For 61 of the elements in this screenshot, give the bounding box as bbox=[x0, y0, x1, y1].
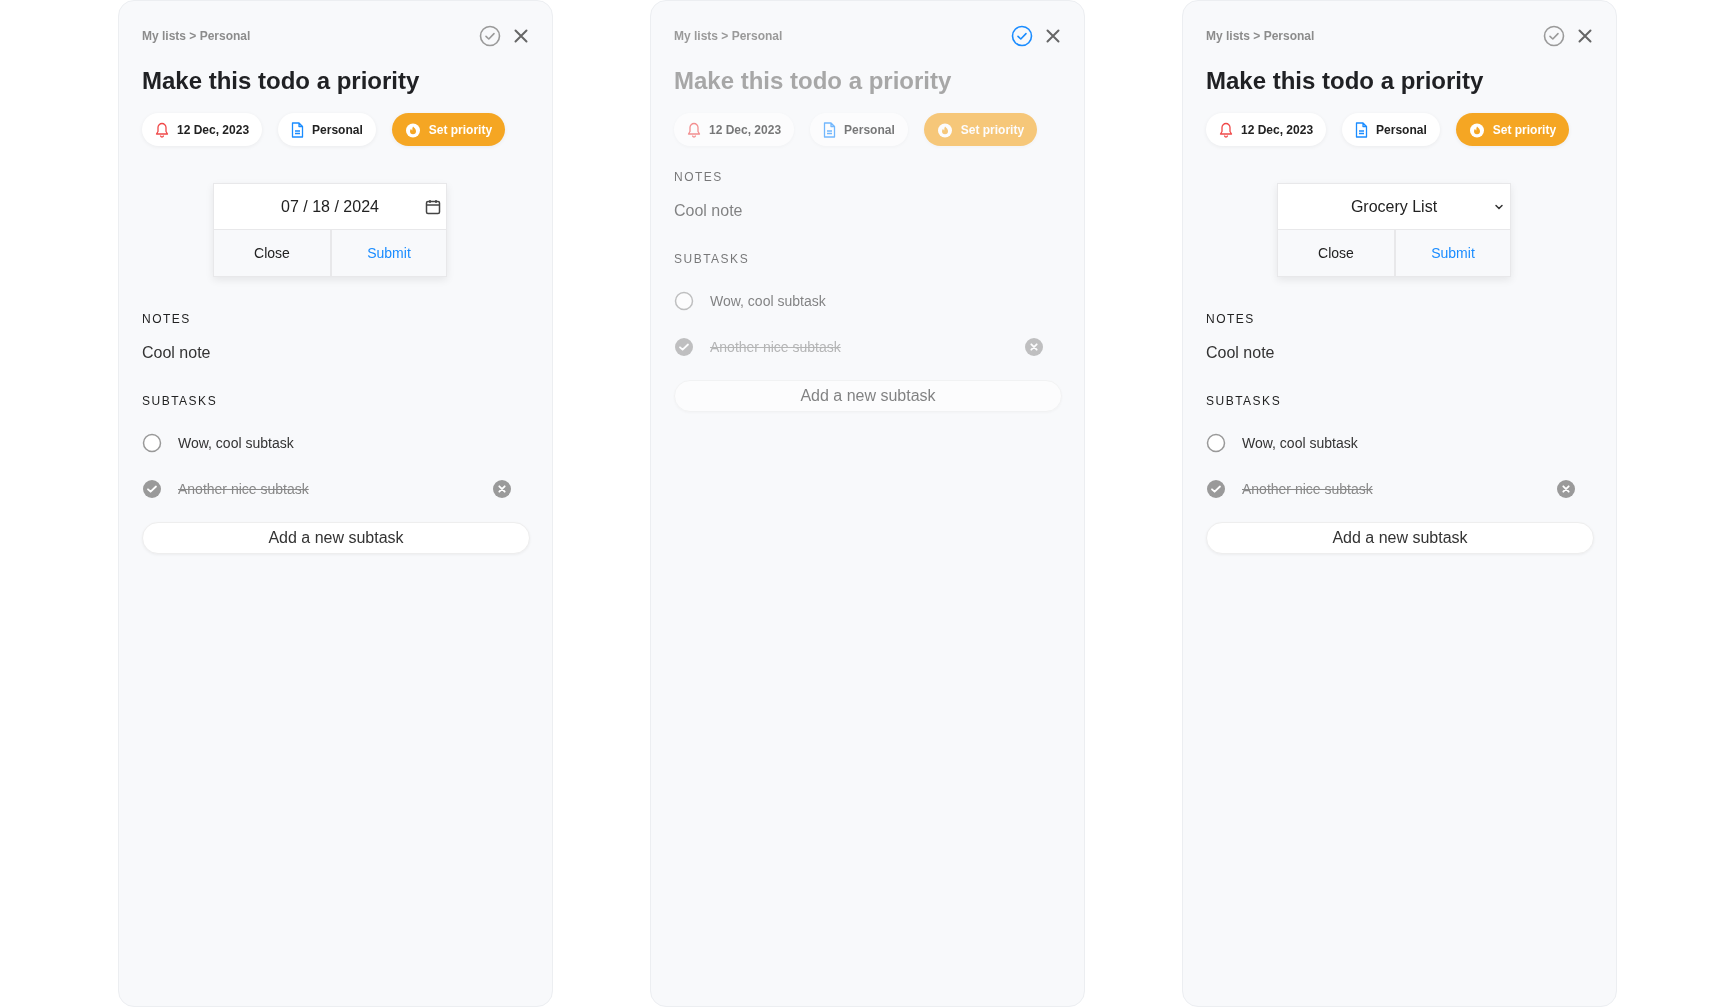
add-subtask-button[interactable]: Add a new subtask bbox=[142, 522, 530, 554]
flame-icon bbox=[936, 121, 953, 138]
subtask-text: Another nice subtask bbox=[710, 339, 842, 355]
remove-icon[interactable] bbox=[492, 479, 512, 499]
document-icon bbox=[1355, 121, 1369, 138]
unchecked-circle[interactable] bbox=[142, 433, 162, 453]
reminder-chip[interactable]: 12 Dec, 2023 bbox=[674, 113, 795, 146]
check-circle-icon bbox=[1543, 25, 1565, 47]
list-chip[interactable]: Personal bbox=[278, 113, 376, 146]
checked-circle[interactable] bbox=[1206, 479, 1226, 499]
list-chip[interactable]: Personal bbox=[1342, 113, 1440, 146]
remove-icon[interactable] bbox=[1024, 337, 1044, 357]
todo-title: Make this todo a priority bbox=[142, 67, 421, 95]
checked-circle[interactable] bbox=[674, 337, 694, 357]
section-heading: NOTES bbox=[1206, 312, 1256, 326]
note-text: Cool note bbox=[142, 344, 212, 362]
breadcrumb: My lists > Personal bbox=[1206, 29, 1315, 43]
section-heading: NOTES bbox=[674, 170, 724, 184]
complete-button[interactable] bbox=[479, 25, 501, 47]
add-subtask-button[interactable]: Add a new subtask bbox=[1206, 522, 1594, 554]
check-circle-icon bbox=[479, 25, 501, 47]
subtask-text: Wow, cool subtask bbox=[1242, 435, 1359, 451]
section-heading: SUBTASKS bbox=[674, 252, 751, 266]
close-button[interactable] bbox=[513, 28, 529, 44]
flame-icon bbox=[404, 121, 421, 138]
list-chip[interactable]: Personal bbox=[810, 113, 908, 146]
bell-icon bbox=[687, 121, 701, 138]
subtask-text: Wow, cool subtask bbox=[710, 293, 827, 309]
check-circle-icon bbox=[1011, 25, 1033, 47]
checked-circle[interactable] bbox=[142, 479, 162, 499]
todo-title: Make this todo a priority bbox=[1206, 67, 1485, 95]
unchecked-circle[interactable] bbox=[674, 291, 694, 311]
close-icon bbox=[513, 28, 529, 44]
close-button[interactable] bbox=[1045, 28, 1061, 44]
calendar-icon[interactable] bbox=[425, 198, 441, 215]
close-button[interactable] bbox=[1577, 28, 1593, 44]
todo-title: Make this todo a priority bbox=[674, 67, 953, 95]
document-icon bbox=[291, 121, 305, 138]
add-subtask-button[interactable]: Add a new subtask bbox=[674, 380, 1062, 412]
bell-icon bbox=[155, 121, 169, 138]
section-heading: NOTES bbox=[142, 312, 192, 326]
complete-button[interactable] bbox=[1543, 25, 1565, 47]
reminder-chip[interactable]: 12 Dec, 2023 bbox=[142, 113, 263, 146]
remove-icon[interactable] bbox=[1556, 479, 1576, 499]
breadcrumb: My lists > Personal bbox=[142, 29, 251, 43]
close-icon bbox=[1577, 28, 1593, 44]
flame-icon bbox=[1468, 121, 1485, 138]
note-text: Cool note bbox=[1206, 344, 1276, 362]
close-icon bbox=[1045, 28, 1061, 44]
note-text: Cool note bbox=[674, 202, 744, 220]
section-heading: SUBTASKS bbox=[142, 394, 219, 408]
complete-button[interactable] bbox=[1011, 25, 1033, 47]
section-heading: SUBTASKS bbox=[1206, 394, 1283, 408]
reminder-chip[interactable]: 12 Dec, 2023 bbox=[1206, 113, 1327, 146]
bell-icon bbox=[1219, 121, 1233, 138]
subtask-text: Wow, cool subtask bbox=[178, 435, 295, 451]
subtask-text: Another nice subtask bbox=[1242, 481, 1374, 497]
document-icon bbox=[823, 121, 837, 138]
breadcrumb: My lists > Personal bbox=[674, 29, 783, 43]
subtask-text: Another nice subtask bbox=[178, 481, 310, 497]
unchecked-circle[interactable] bbox=[1206, 433, 1226, 453]
